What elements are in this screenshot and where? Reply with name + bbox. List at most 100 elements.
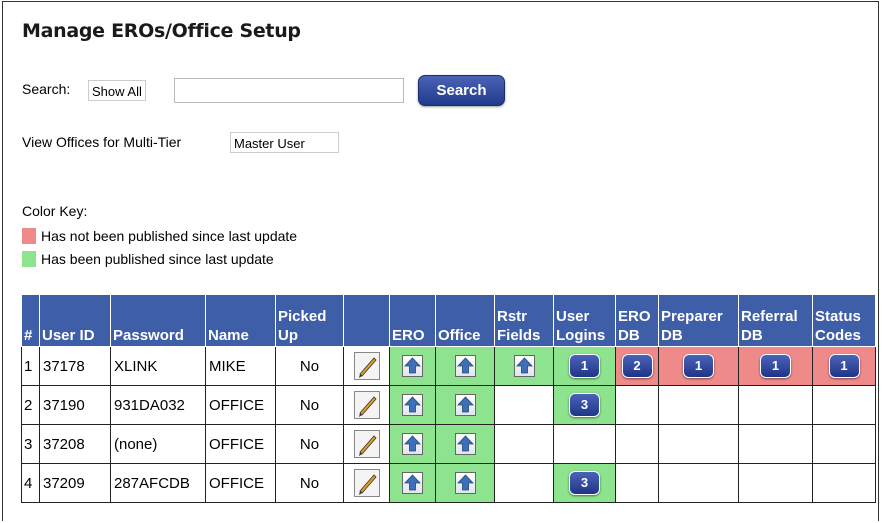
color-key-published: Has been published since last update [41,251,274,267]
ero-publish-cell [389,385,436,425]
status-codes-cell [812,463,876,503]
upload-arrow-icon[interactable] [402,472,423,494]
preparer-db-cell [658,424,739,464]
password-cell: XLINK [110,346,206,386]
referral-db-cell [738,385,813,425]
page-title: Manage EROs/Office Setup [22,20,301,42]
user-logins-cell: 1 [553,346,616,386]
ero-db-button[interactable]: 2 [621,354,653,378]
user-id-cell: 37178 [39,346,111,386]
color-key-unpublished: Has not been published since last update [41,228,298,244]
ero-db-cell: 2 [615,346,659,386]
header-rstr-fields: Rstr Fields [494,294,554,347]
edit-cell [343,424,390,464]
preparer-db-cell [658,463,739,503]
name-cell: MIKE [205,346,276,386]
password-cell: 931DA032 [110,385,206,425]
header-ero-db: ERO DB [615,294,659,347]
header-edit [343,294,390,347]
user-id-cell: 37209 [39,463,111,503]
office-publish-cell [435,463,495,503]
preparer-db-cell: 1 [658,346,739,386]
edit-cell [343,463,390,503]
pencil-edit-icon[interactable] [353,430,380,458]
multitier-select[interactable]: Master User [230,132,339,153]
header-status-codes: Status Codes [812,294,876,347]
color-key-title: Color Key: [22,203,88,219]
user-id-cell: 37208 [39,424,111,464]
rstr-fields-publish-cell [494,346,554,386]
user-id-cell: 37190 [39,385,111,425]
user-logins-button[interactable]: 1 [569,354,600,378]
office-publish-cell [435,385,495,425]
password-cell: 287AFCDB [110,463,206,503]
edit-cell [343,385,390,425]
header-picked-up: Picked Up [275,294,344,347]
table-row: 1 37178 XLINK MIKE No 1 2 1 1 1 [21,346,876,386]
table-row: 4 37209 287AFCDB OFFICE No 3 [21,463,876,503]
referral-db-button[interactable]: 1 [760,354,791,378]
referral-db-cell [738,463,813,503]
row-num: 2 [21,385,40,425]
user-logins-cell: 3 [553,385,616,425]
ero-publish-cell [389,463,436,503]
ero-db-cell [615,385,659,425]
office-publish-cell [435,346,495,386]
upload-arrow-icon[interactable] [454,355,476,377]
name-cell: OFFICE [205,385,276,425]
search-input[interactable] [174,78,404,103]
user-logins-button[interactable]: 3 [569,393,600,417]
status-codes-cell: 1 [812,346,876,386]
upload-arrow-icon[interactable] [402,394,423,416]
search-scope-select[interactable]: Show All [88,80,146,101]
password-cell: (none) [110,424,206,464]
user-logins-cell [553,424,616,464]
ero-db-cell [615,463,659,503]
row-num: 3 [21,424,40,464]
upload-arrow-icon[interactable] [454,433,476,455]
user-logins-button[interactable]: 3 [569,471,600,495]
pencil-edit-icon[interactable] [353,352,380,380]
status-codes-button[interactable]: 1 [828,354,860,378]
row-num: 4 [21,463,40,503]
upload-arrow-icon[interactable] [402,355,423,377]
office-publish-cell [435,424,495,464]
name-cell: OFFICE [205,424,276,464]
search-button[interactable]: Search [418,75,505,106]
upload-arrow-icon[interactable] [454,394,476,416]
preparer-db-button[interactable]: 1 [683,354,714,378]
header-num: # [21,294,40,347]
header-user-logins: User Logins [553,294,616,347]
pencil-edit-icon[interactable] [353,391,380,419]
upload-arrow-icon[interactable] [402,433,423,455]
picked-up-cell: No [275,424,344,464]
table-header-row: # User ID Password Name Picked Up ERO Off… [21,294,876,347]
user-logins-cell: 3 [553,463,616,503]
multitier-label: View Offices for Multi-Tier [22,134,182,150]
pencil-edit-icon[interactable] [353,469,380,497]
upload-arrow-icon[interactable] [454,472,476,494]
ero-publish-cell [389,346,436,386]
header-referral-db: Referral DB [738,294,813,347]
rstr-fields-cell [494,463,554,503]
header-ero: ERO [389,294,436,347]
header-user-id: User ID [39,294,111,347]
edit-cell [343,346,390,386]
published-swatch [22,251,36,267]
preparer-db-cell [658,385,739,425]
upload-arrow-icon[interactable] [513,355,535,377]
header-preparer-db: Preparer DB [658,294,739,347]
header-office: Office [435,294,495,347]
rstr-fields-cell [494,424,554,464]
unpublished-swatch [22,228,36,244]
status-codes-cell [812,385,876,425]
header-name: Name [205,294,276,347]
picked-up-cell: No [275,385,344,425]
search-label: Search: [22,81,71,97]
ero-publish-cell [389,424,436,464]
ero-table: # User ID Password Name Picked Up ERO Off… [21,294,876,503]
picked-up-cell: No [275,346,344,386]
rstr-fields-cell [494,385,554,425]
picked-up-cell: No [275,463,344,503]
referral-db-cell [738,424,813,464]
